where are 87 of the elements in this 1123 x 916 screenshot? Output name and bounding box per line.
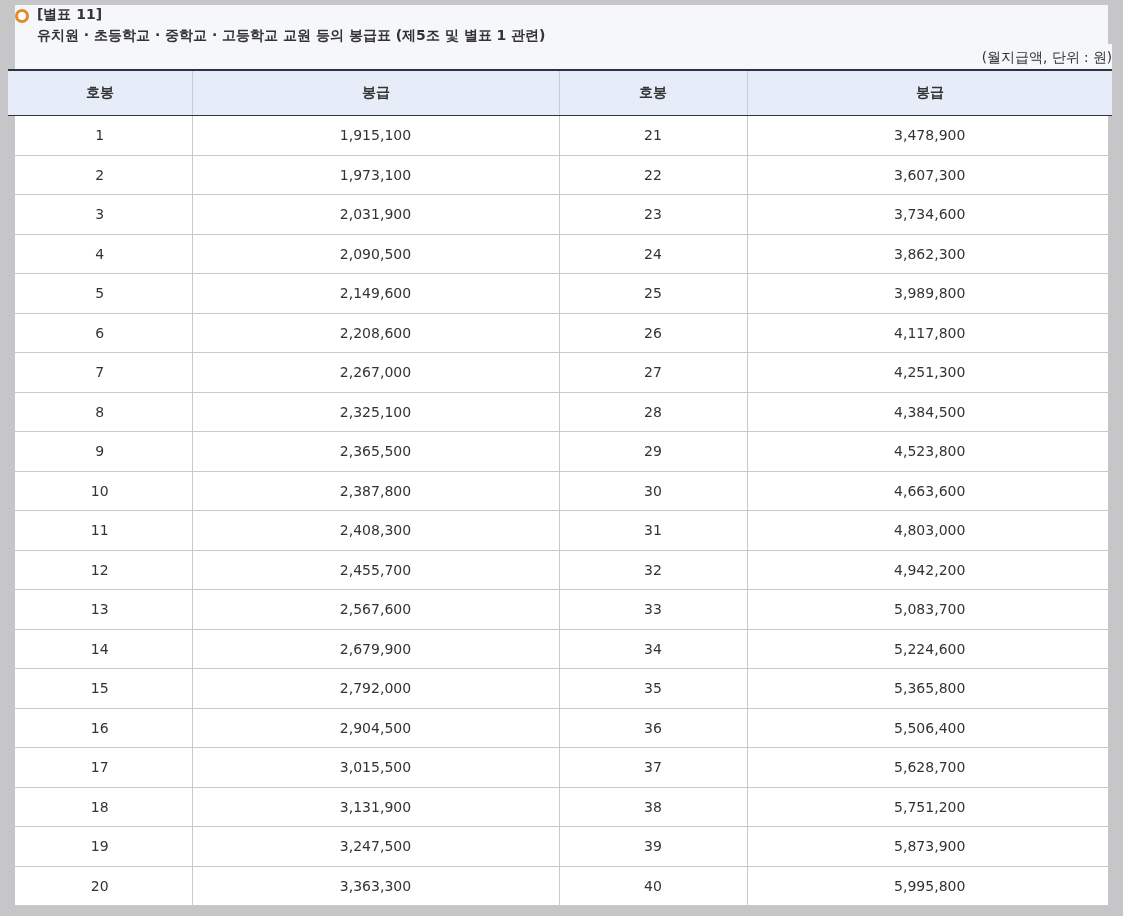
table-cell: 11 — [8, 510, 192, 550]
table-cell: 5,224,600 — [747, 629, 1112, 669]
table-cell: 1,915,100 — [192, 115, 559, 155]
table-cell: 4,663,600 — [747, 471, 1112, 511]
table-cell: 2,408,300 — [192, 510, 559, 550]
table-cell: 5,083,700 — [747, 589, 1112, 629]
table-cell: 1 — [8, 115, 192, 155]
table-cell: 27 — [559, 352, 747, 392]
table-cell: 1,973,100 — [192, 155, 559, 195]
table-cell: 3,607,300 — [747, 155, 1112, 195]
table-cell: 2,387,800 — [192, 471, 559, 511]
table-cell: 5,365,800 — [747, 668, 1112, 708]
table-cell: 3 — [8, 194, 192, 234]
table-cell: 2,679,900 — [192, 629, 559, 669]
table-cell: 3,247,500 — [192, 826, 559, 866]
table-cell: 7 — [8, 352, 192, 392]
table-cell: 2,455,700 — [192, 550, 559, 590]
table-cell: 37 — [559, 747, 747, 787]
table-cell: 5 — [8, 273, 192, 313]
table-cell: 39 — [559, 826, 747, 866]
table-cell: 2 — [8, 155, 192, 195]
table-cell: 2,325,100 — [192, 392, 559, 432]
table-cell: 15 — [8, 668, 192, 708]
table-cell: 5,873,900 — [747, 826, 1112, 866]
table-cell: 36 — [559, 708, 747, 748]
table-cell: 3,862,300 — [747, 234, 1112, 274]
table-cell: 32 — [559, 550, 747, 590]
table-cell: 2,208,600 — [192, 313, 559, 353]
table-cell: 5,751,200 — [747, 787, 1112, 827]
table-cell: 3,015,500 — [192, 747, 559, 787]
column-header: 봉급 — [192, 70, 559, 116]
table-cell: 18 — [8, 787, 192, 827]
table-cell: 6 — [8, 313, 192, 353]
table-cell: 14 — [8, 629, 192, 669]
table-cell: 20 — [8, 866, 192, 906]
table-cell: 3,989,800 — [747, 273, 1112, 313]
table-cell: 33 — [559, 589, 747, 629]
table-cell: 19 — [8, 826, 192, 866]
table-cell: 3,131,900 — [192, 787, 559, 827]
table-cell: 12 — [8, 550, 192, 590]
unit-note: (월지급액, 단위 : 원) — [981, 48, 1112, 66]
table-cell: 5,628,700 — [747, 747, 1112, 787]
table-cell: 2,031,900 — [192, 194, 559, 234]
table-cell: 5,995,800 — [747, 866, 1112, 906]
table-cell: 8 — [8, 392, 192, 432]
table-cell: 4,523,800 — [747, 431, 1112, 471]
table-cell: 2,267,000 — [192, 352, 559, 392]
column-header: 봉급 — [747, 70, 1112, 116]
table-cell: 21 — [559, 115, 747, 155]
table-cell: 16 — [8, 708, 192, 748]
table-cell: 3,478,900 — [747, 115, 1112, 155]
table-cell: 4,117,800 — [747, 313, 1112, 353]
table-cell: 9 — [8, 431, 192, 471]
table-cell: 31 — [559, 510, 747, 550]
table-cell: 4,251,300 — [747, 352, 1112, 392]
table-cell: 3,363,300 — [192, 866, 559, 906]
table-cell: 5,506,400 — [747, 708, 1112, 748]
table-cell: 4,384,500 — [747, 392, 1112, 432]
table-cell: 40 — [559, 866, 747, 906]
table-cell: 2,090,500 — [192, 234, 559, 274]
table-cell: 4 — [8, 234, 192, 274]
table-cell: 3,734,600 — [747, 194, 1112, 234]
table-cell: 26 — [559, 313, 747, 353]
table-label: [별표 11] — [37, 5, 104, 23]
table-cell: 29 — [559, 431, 747, 471]
table-cell: 13 — [8, 589, 192, 629]
table-cell: 30 — [559, 471, 747, 511]
table-cell: 28 — [559, 392, 747, 432]
table-cell: 35 — [559, 668, 747, 708]
table-cell: 2,567,600 — [192, 589, 559, 629]
column-header: 호봉 — [559, 70, 747, 116]
table-cell: 2,365,500 — [192, 431, 559, 471]
table-cell: 23 — [559, 194, 747, 234]
table-cell: 10 — [8, 471, 192, 511]
table-cell: 24 — [559, 234, 747, 274]
table-cell: 2,149,600 — [192, 273, 559, 313]
table-cell: 25 — [559, 273, 747, 313]
table-cell: 2,904,500 — [192, 708, 559, 748]
table-cell: 22 — [559, 155, 747, 195]
table-cell: 2,792,000 — [192, 668, 559, 708]
table-cell: 38 — [559, 787, 747, 827]
table-cell: 4,942,200 — [747, 550, 1112, 590]
table-cell: 17 — [8, 747, 192, 787]
table-cell: 34 — [559, 629, 747, 669]
table-cell: 4,803,000 — [747, 510, 1112, 550]
table-title: 유치원 · 초등학교 · 중학교 · 고등학교 교원 등의 봉급표 (제5조 및 별표 1 관련) — [37, 26, 546, 44]
column-header: 호봉 — [8, 70, 192, 116]
